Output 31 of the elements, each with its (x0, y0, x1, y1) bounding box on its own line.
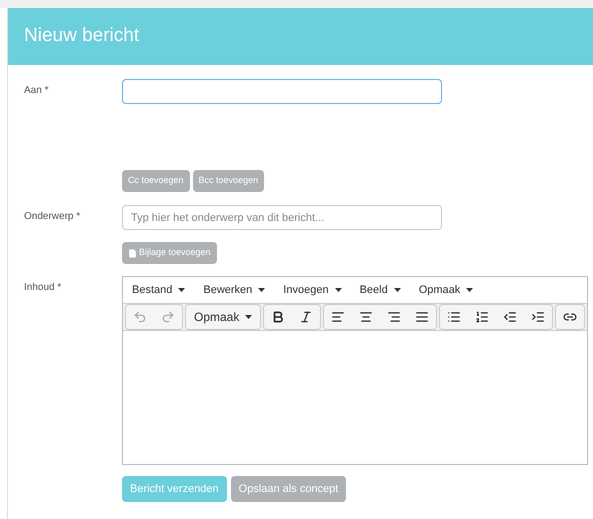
caret-icon (334, 288, 342, 292)
italic-icon (299, 310, 314, 324)
format-dropdown[interactable]: Opmaak (186, 305, 260, 329)
align-right-icon (387, 310, 402, 324)
bold-icon (271, 310, 286, 324)
caret-icon (466, 288, 474, 292)
bullet-list-icon (447, 310, 462, 324)
undo-icon (133, 310, 147, 324)
page-title: Nieuw bericht (24, 24, 140, 48)
field-label: Aan * (24, 84, 50, 98)
numbered-list-icon (475, 310, 490, 324)
align-left-icon (331, 310, 346, 324)
file-icon (128, 248, 137, 258)
field-label: Inhoud * (24, 281, 62, 295)
align-center-icon (359, 310, 374, 324)
text-field[interactable]: Typ hier het onderwerp van dit bericht... (122, 205, 442, 230)
indent-icon (531, 310, 546, 324)
menu-item[interactable]: Beeld (354, 282, 407, 298)
field-label: Onderwerp * (24, 210, 82, 224)
outdent-icon (503, 310, 518, 324)
menu-item[interactable]: Bestand (126, 282, 192, 298)
redo-icon (161, 310, 175, 324)
caret-icon (178, 288, 186, 292)
menu-item[interactable]: Invoegen (277, 282, 348, 298)
menu-item[interactable]: Opmaak (412, 282, 480, 298)
caret-icon (394, 288, 401, 292)
caret-icon (245, 315, 252, 319)
menu-item[interactable]: Bewerken (197, 282, 272, 298)
justify-icon (415, 310, 430, 324)
text-field[interactable] (122, 79, 442, 104)
caret-icon (258, 288, 266, 292)
